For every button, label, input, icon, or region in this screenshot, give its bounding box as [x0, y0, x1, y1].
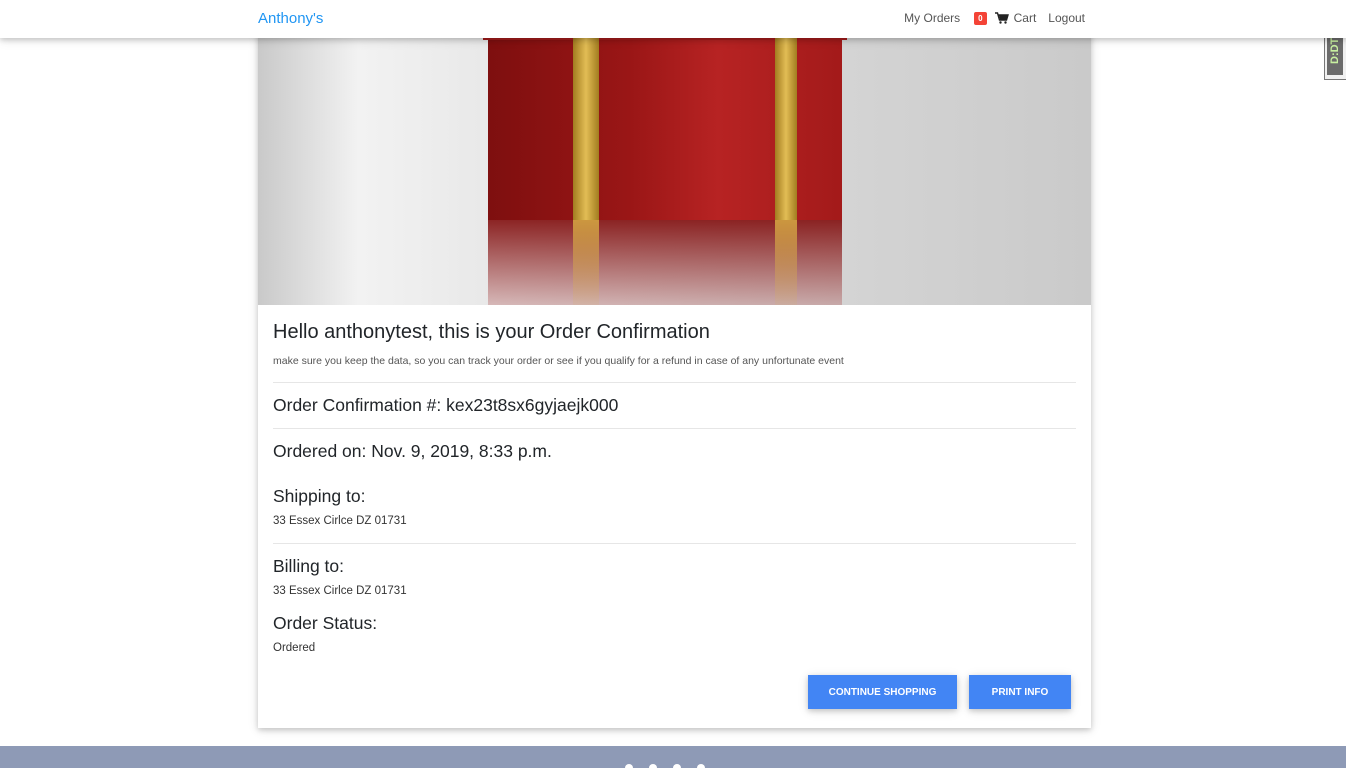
ribbon-reflection-right: [775, 220, 797, 305]
cart-label: Cart: [1013, 11, 1037, 25]
shipping-heading: Shipping to:: [273, 486, 366, 506]
confirmation-number: Order Confirmation #: kex23t8sx6gyjaejk0…: [273, 395, 619, 415]
billing-heading: Billing to:: [273, 556, 345, 576]
ordered-on-date: Ordered on: Nov. 9, 2019, 8:33 p.m.: [273, 441, 552, 461]
social-icon[interactable]: [673, 764, 681, 768]
page-footer: [0, 746, 1346, 768]
social-icon[interactable]: [649, 764, 657, 768]
shipping-address: 33 Essex Cirlce DZ 01731: [273, 515, 407, 527]
divider: [273, 543, 1076, 544]
cart-count-badge: 0: [974, 11, 987, 25]
continue-shopping-button[interactable]: Continue Shopping: [808, 675, 957, 709]
divider: [273, 428, 1076, 429]
divider: [273, 382, 1076, 383]
keep-data-note: make sure you keep the data, so you can …: [273, 355, 844, 367]
cart-link[interactable]: Cart: [994, 11, 1037, 25]
nav-menu: My Orders 0 Cart Logout: [904, 11, 1085, 25]
order-status: Ordered: [273, 642, 316, 654]
print-info-button[interactable]: Print Info: [969, 675, 1071, 709]
billing-address: 33 Essex Cirlce DZ 01731: [273, 585, 407, 597]
social-icon[interactable]: [625, 764, 633, 768]
status-heading: Order Status:: [273, 613, 378, 633]
logout-link[interactable]: Logout: [1048, 11, 1085, 25]
ribbon-reflection-left: [573, 220, 599, 305]
order-confirmation-card: Hello anthonytest, this is your Order Co…: [258, 0, 1091, 728]
my-orders-link[interactable]: My Orders: [904, 11, 960, 25]
cart-icon: [994, 12, 1009, 24]
brand-link[interactable]: Anthony's: [258, 10, 323, 27]
social-icon[interactable]: [697, 764, 705, 768]
gift-box-hero-image: [258, 0, 1091, 305]
footer-social-icons: [625, 764, 705, 768]
page-title: Hello anthonytest, this is your Order Co…: [273, 321, 710, 343]
top-navbar: Anthony's My Orders 0 Cart Logout: [0, 0, 1346, 38]
